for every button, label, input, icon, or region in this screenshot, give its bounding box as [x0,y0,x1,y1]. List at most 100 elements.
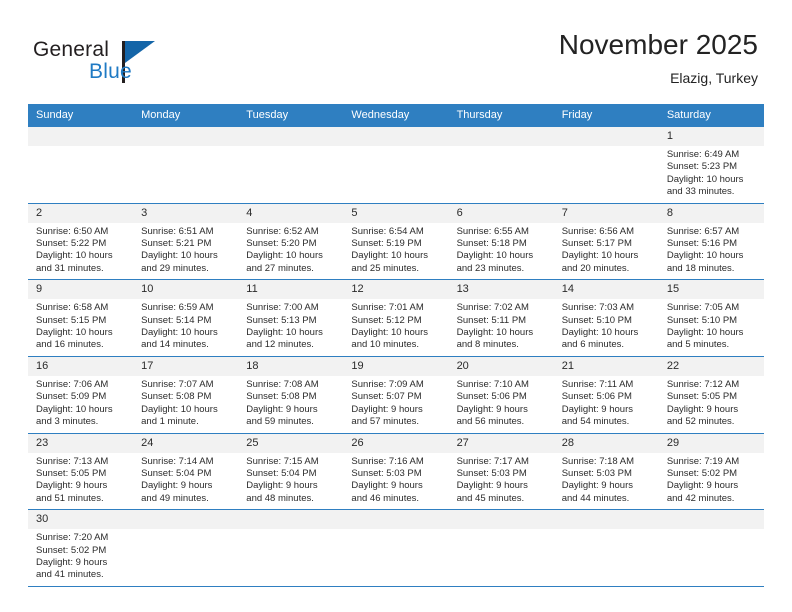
day-number: 11 [238,280,344,300]
sunrise-text: Sunrise: 7:20 AM [36,532,109,544]
day-details [343,146,448,153]
calendar-day-cell[interactable]: 24 Sunrise: 7:14 AM Sunset: 5:04 PM Dayligh… [133,433,239,511]
calendar-day-cell[interactable]: 11 Sunrise: 7:00 AM Sunset: 5:13 PM Dayligh… [238,279,344,357]
calendar-day-cell[interactable]: 21 Sunrise: 7:11 AM Sunset: 5:06 PM Dayligh… [553,356,659,434]
day-details [133,529,238,536]
calendar-day-cell[interactable]: 25 Sunrise: 7:15 AM Sunset: 5:04 PM Dayligh… [238,433,344,511]
calendar-header-row: Sunday Monday Tuesday Wednesday Thursday… [28,104,764,127]
calendar-day-cell[interactable]: 29 Sunrise: 7:19 AM Sunset: 5:02 PM Dayligh… [658,433,764,511]
calendar-day-cell[interactable]: 28 Sunrise: 7:18 AM Sunset: 5:03 PM Dayligh… [553,433,659,511]
day-details: Sunrise: 7:02 AM Sunset: 5:11 PM Daylight:… [449,299,554,356]
general-blue-logo[interactable]: General Blue [33,38,183,88]
daylight-text-cont: and 6 minutes. [561,339,625,351]
calendar-day-cell[interactable]: 3 Sunrise: 6:51 AM Sunset: 5:21 PM Daylight… [133,203,239,281]
daylight-text-cont: and 1 minute. [141,416,199,428]
weekday-header-sunday: Sunday [28,104,134,127]
sunset-text: Sunset: 5:10 PM [561,314,632,326]
calendar-day-cell[interactable]: 6 Sunrise: 6:55 AM Sunset: 5:18 PM Daylight… [448,203,554,281]
daylight-text: Daylight: 10 hours [666,173,744,185]
day-number [343,510,449,530]
day-details: Sunrise: 7:15 AM Sunset: 5:04 PM Daylight:… [238,453,343,510]
daylight-text-cont: and 12 minutes. [246,339,314,351]
calendar-day-cell[interactable]: 15 Sunrise: 7:05 AM Sunset: 5:10 PM Dayligh… [658,279,764,357]
day-details [133,146,238,153]
calendar-day-cell[interactable]: 23 Sunrise: 7:13 AM Sunset: 5:05 PM Dayligh… [28,433,134,511]
day-number [658,510,764,530]
calendar-day-cell[interactable]: 1 Sunrise: 6:49 AM Sunset: 5:23 PM Daylight… [658,127,764,204]
day-number: 29 [658,433,764,453]
calendar-day-cell[interactable]: 14 Sunrise: 7:03 AM Sunset: 5:10 PM Dayligh… [553,279,659,357]
sunrise-text: Sunrise: 7:07 AM [141,378,214,390]
daylight-text-cont: and 23 minutes. [456,262,525,274]
daylight-text: Daylight: 9 hours [351,403,423,415]
day-number: 6 [448,203,554,223]
calendar-day-cell[interactable]: 5 Sunrise: 6:54 AM Sunset: 5:19 PM Daylight… [343,203,449,281]
daylight-text-cont: and 29 minutes. [141,262,209,274]
day-number: 4 [238,203,344,223]
calendar-day-cell[interactable]: 13 Sunrise: 7:02 AM Sunset: 5:11 PM Dayligh… [448,279,554,357]
daylight-text-cont: and 56 minutes. [456,416,525,428]
sunrise-text: Sunrise: 7:14 AM [141,455,214,467]
calendar-week-row: 2 Sunrise: 6:50 AM Sunset: 5:22 PM Daylight… [28,203,764,281]
daylight-text: Daylight: 10 hours [246,327,323,339]
day-number [343,127,449,146]
day-details: Sunrise: 7:05 AM Sunset: 5:10 PM Daylight:… [659,299,764,356]
daylight-text-cont: and 27 minutes. [246,262,314,274]
sunrise-text: Sunrise: 6:59 AM [141,302,214,314]
daylight-text: Daylight: 10 hours [456,327,534,339]
calendar-day-cell[interactable]: 12 Sunrise: 7:01 AM Sunset: 5:12 PM Dayligh… [343,279,449,357]
calendar-day-cell[interactable]: 10 Sunrise: 6:59 AM Sunset: 5:14 PM Dayligh… [133,279,239,357]
calendar-day-cell[interactable]: 19 Sunrise: 7:09 AM Sunset: 5:07 PM Dayligh… [343,356,449,434]
sunrise-text: Sunrise: 7:02 AM [456,302,529,314]
day-number: 21 [553,356,659,376]
day-details: Sunrise: 6:54 AM Sunset: 5:19 PM Daylight:… [343,223,448,280]
calendar-day-cell[interactable]: 16 Sunrise: 7:06 AM Sunset: 5:09 PM Dayligh… [28,356,134,434]
day-number: 17 [133,356,239,376]
calendar-day-cell-empty [658,509,764,587]
sunset-text: Sunset: 5:09 PM [36,391,107,403]
calendar-day-cell[interactable]: 20 Sunrise: 7:10 AM Sunset: 5:06 PM Dayligh… [448,356,554,434]
calendar-grid: Sunday Monday Tuesday Wednesday Thursday… [28,104,764,587]
sunset-text: Sunset: 5:05 PM [36,467,107,479]
calendar-day-cell[interactable]: 7 Sunrise: 6:56 AM Sunset: 5:17 PM Daylight… [553,203,659,281]
day-number [238,510,344,530]
sunset-text: Sunset: 5:06 PM [561,391,632,403]
calendar-day-cell-empty [448,509,554,587]
daylight-text-cont: and 57 minutes. [351,416,420,428]
daylight-text: Daylight: 10 hours [456,250,534,262]
sunset-text: Sunset: 5:21 PM [141,238,212,250]
day-details: Sunrise: 6:51 AM Sunset: 5:21 PM Daylight:… [133,223,238,280]
calendar-day-cell[interactable]: 8 Sunrise: 6:57 AM Sunset: 5:16 PM Daylight… [658,203,764,281]
day-details: Sunrise: 7:09 AM Sunset: 5:07 PM Daylight:… [343,376,448,433]
sunrise-text: Sunrise: 6:51 AM [141,225,214,237]
day-number: 28 [553,433,659,453]
daylight-text: Daylight: 9 hours [666,403,739,415]
calendar-day-cell[interactable]: 18 Sunrise: 7:08 AM Sunset: 5:08 PM Dayligh… [238,356,344,434]
calendar-day-cell[interactable]: 22 Sunrise: 7:12 AM Sunset: 5:05 PM Dayligh… [658,356,764,434]
calendar-day-cell-empty [238,127,344,204]
day-details [238,529,343,536]
day-number: 14 [553,280,659,300]
day-details: Sunrise: 6:52 AM Sunset: 5:20 PM Daylight:… [238,223,343,280]
sunset-text: Sunset: 5:10 PM [666,314,738,326]
daylight-text-cont: and 41 minutes. [36,569,104,581]
sunrise-text: Sunrise: 6:54 AM [351,225,424,237]
sunrise-text: Sunrise: 7:03 AM [561,302,635,314]
day-number: 1 [658,127,764,146]
page-title: November 2025 [558,29,758,60]
calendar-day-cell-empty [553,509,659,587]
day-number: 15 [658,280,764,300]
calendar-day-cell[interactable]: 4 Sunrise: 6:52 AM Sunset: 5:20 PM Daylight… [238,203,344,281]
daylight-text-cont: and 48 minutes. [246,492,314,504]
calendar-day-cell[interactable]: 30 Sunrise: 7:20 AM Sunset: 5:02 PM Dayligh… [28,509,134,587]
day-details: Sunrise: 7:13 AM Sunset: 5:05 PM Daylight:… [28,453,133,510]
daylight-text-cont: and 8 minutes. [456,339,519,351]
calendar-day-cell[interactable]: 26 Sunrise: 7:16 AM Sunset: 5:03 PM Dayligh… [343,433,449,511]
sunset-text: Sunset: 5:03 PM [561,467,632,479]
calendar-day-cell[interactable]: 27 Sunrise: 7:17 AM Sunset: 5:03 PM Dayligh… [448,433,554,511]
calendar-day-cell-empty [133,509,239,587]
calendar-day-cell[interactable]: 9 Sunrise: 6:58 AM Sunset: 5:15 PM Daylight… [28,279,134,357]
calendar-day-cell[interactable]: 2 Sunrise: 6:50 AM Sunset: 5:22 PM Daylight… [28,203,134,281]
calendar-day-cell[interactable]: 17 Sunrise: 7:07 AM Sunset: 5:08 PM Dayligh… [133,356,239,434]
sunrise-text: Sunrise: 7:08 AM [246,378,319,390]
